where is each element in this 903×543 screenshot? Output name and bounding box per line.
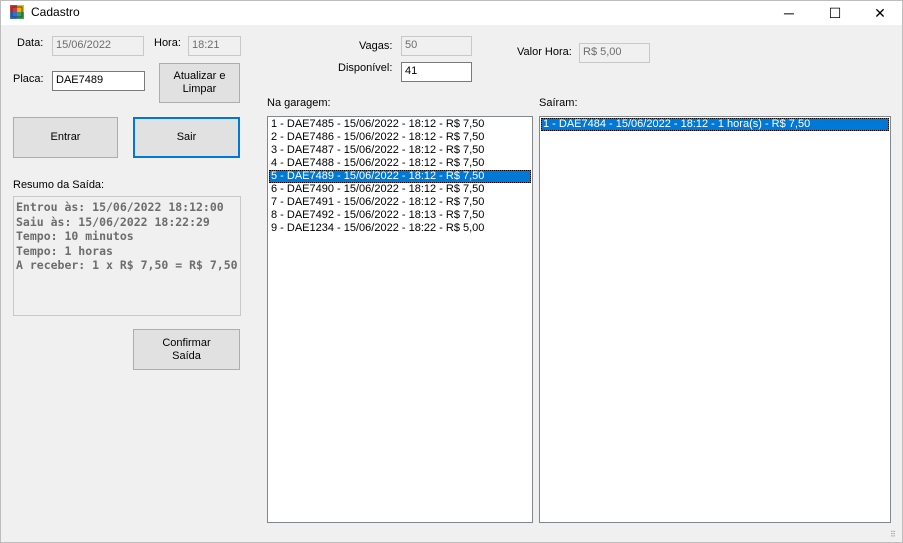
cadastro-window: Cadastro ─ ☐ ✕ Data: 15/06/2022 Hora: 18…: [0, 0, 903, 543]
sairam-listbox[interactable]: 1 - DAE7484 - 15/06/2022 - 18:12 - 1 hor…: [539, 116, 891, 523]
sair-button[interactable]: Sair: [133, 117, 240, 158]
resumo-line-tempo-minutos: Tempo: 10 minutos: [16, 229, 134, 243]
hora-field: 18:21: [188, 36, 241, 56]
placa-input[interactable]: DAE7489: [52, 71, 145, 91]
garagem-list-item[interactable]: 7 - DAE7491 - 15/06/2022 - 18:12 - R$ 7,…: [269, 196, 531, 209]
garagem-list-item[interactable]: 3 - DAE7487 - 15/06/2022 - 18:12 - R$ 7,…: [269, 144, 531, 157]
resumo-line-tempo-horas: Tempo: 1 horas: [16, 243, 113, 258]
valor-hora-field: R$ 5,00: [579, 43, 650, 63]
resumo-line-a-receber: A receber: 1 x R$ 7,50 = R$ 7,50: [16, 258, 238, 272]
garagem-list-item[interactable]: 9 - DAE1234 - 15/06/2022 - 18:22 - R$ 5,…: [269, 222, 531, 235]
resumo-textbox: Entrou às: 15/06/2022 18:12:00 Saiu às: …: [13, 196, 241, 316]
data-field: 15/06/2022: [52, 36, 144, 56]
resize-grip-icon[interactable]: ⠿: [890, 530, 900, 540]
app-icon: [10, 5, 24, 19]
data-label: Data:: [17, 37, 44, 49]
garagem-list-item[interactable]: 1 - DAE7485 - 15/06/2022 - 18:12 - R$ 7,…: [269, 118, 531, 131]
vagas-label: Vagas:: [359, 40, 393, 52]
close-icon: ✕: [874, 4, 886, 21]
window-title: Cadastro: [31, 5, 80, 19]
resumo-line-saiu: Saiu às: 15/06/2022 18:22:29: [16, 214, 210, 229]
hora-label: Hora:: [154, 37, 181, 49]
confirmar-saida-button[interactable]: Confirmar Saída: [133, 329, 240, 370]
garagem-list-item[interactable]: 2 - DAE7486 - 15/06/2022 - 18:12 - R$ 7,…: [269, 131, 531, 144]
disponivel-field[interactable]: 41: [401, 62, 472, 82]
valor-hora-label: Valor Hora:: [517, 46, 572, 58]
atualizar-limpar-button[interactable]: Atualizar e Limpar: [159, 63, 240, 103]
resumo-label: Resumo da Saída:: [13, 179, 105, 191]
maximize-icon: ☐: [828, 4, 842, 21]
minimize-button[interactable]: ─: [766, 1, 812, 25]
garagem-list-item[interactable]: 5 - DAE7489 - 15/06/2022 - 18:12 - R$ 7,…: [269, 170, 531, 183]
maximize-button[interactable]: ☐: [812, 1, 858, 25]
garagem-label: Na garagem:: [267, 97, 331, 109]
garagem-listbox[interactable]: 1 - DAE7485 - 15/06/2022 - 18:12 - R$ 7,…: [267, 116, 533, 523]
garagem-list-item[interactable]: 8 - DAE7492 - 15/06/2022 - 18:13 - R$ 7,…: [269, 209, 531, 222]
garagem-list-item[interactable]: 6 - DAE7490 - 15/06/2022 - 18:12 - R$ 7,…: [269, 183, 531, 196]
entrar-label: Entrar: [50, 131, 81, 143]
title-bar[interactable]: Cadastro ─ ☐ ✕: [1, 1, 902, 25]
minimize-icon: ─: [784, 5, 794, 21]
sair-label: Sair: [176, 131, 197, 143]
resumo-line-entrou: Entrou às: 15/06/2022 18:12:00: [16, 200, 224, 214]
entrar-button[interactable]: Entrar: [13, 117, 118, 158]
atualizar-label-line1: Atualizar e: [173, 70, 226, 82]
confirmar-label-line2: Saída: [172, 349, 201, 362]
placa-label: Placa:: [13, 73, 44, 85]
close-button[interactable]: ✕: [857, 1, 903, 25]
sairam-label: Saíram:: [539, 97, 578, 109]
sairam-list-item[interactable]: 1 - DAE7484 - 15/06/2022 - 18:12 - 1 hor…: [541, 118, 889, 131]
vagas-field: 50: [401, 36, 472, 56]
atualizar-label-line2: Limpar: [182, 83, 217, 95]
garagem-list-item[interactable]: 4 - DAE7488 - 15/06/2022 - 18:12 - R$ 7,…: [269, 157, 531, 170]
confirmar-label-line1: Confirmar: [162, 336, 211, 349]
disponivel-label: Disponível:: [338, 62, 393, 74]
